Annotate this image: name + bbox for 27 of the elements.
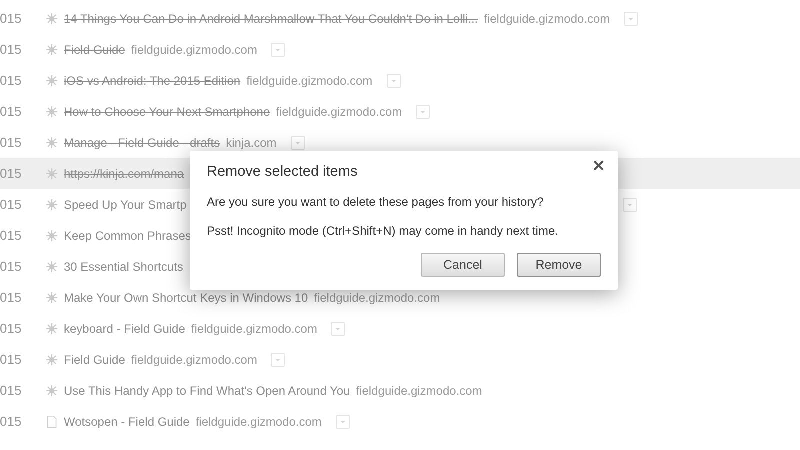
domain-text: fieldguide.gizmodo.com <box>484 12 610 26</box>
date-text: 015 <box>0 228 23 243</box>
date-text: 015 <box>0 321 23 336</box>
date-text: 015 <box>0 383 23 398</box>
dialog-hint: Psst! Incognito mode (Ctrl+Shift+N) may come in handy next time. <box>207 224 560 238</box>
date-text: 015 <box>0 73 23 88</box>
date-text: 015 <box>0 290 23 305</box>
domain-text: kinja.com <box>226 136 277 150</box>
domain-text: fieldguide.gizmodo.com <box>131 352 258 366</box>
date-text: 015 <box>0 352 23 367</box>
domain-text: fieldguide.gizmodo.com <box>314 290 440 304</box>
date-text: 015 <box>0 197 23 212</box>
date-text: 015 <box>0 259 23 274</box>
date-text: 015 <box>0 42 23 57</box>
domain-text: fieldguide.gizmodo.com <box>246 74 373 88</box>
date-text: 015 <box>0 104 23 119</box>
domain-text: fieldguide.gizmodo.com <box>196 414 322 428</box>
date-text: 015 <box>0 166 23 181</box>
domain-text: fieldguide.gizmodo.com <box>131 42 258 56</box>
date-text: 015 <box>0 414 23 429</box>
domain-text: fieldguide.gizmodo.com <box>276 104 402 118</box>
dialog-message: Are you sure you want to delete these pages from your history? <box>207 195 545 209</box>
dialog-title: Remove selected items <box>207 164 359 180</box>
date-text: 015 <box>0 135 23 150</box>
date-text: 015 <box>0 11 23 26</box>
domain-text: fieldguide.gizmodo.com <box>191 322 318 336</box>
domain-text: fieldguide.gizmodo.com <box>356 384 482 398</box>
